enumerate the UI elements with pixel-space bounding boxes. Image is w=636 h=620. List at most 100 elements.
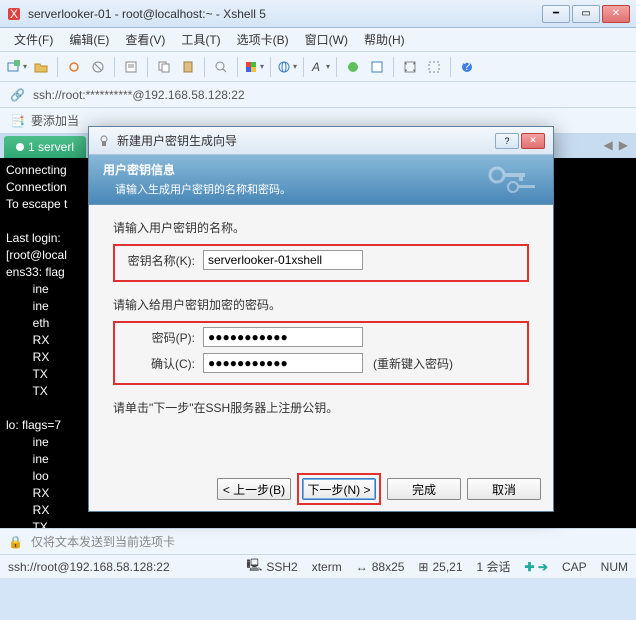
lock-icon: 🔒	[8, 535, 23, 549]
separator	[237, 57, 238, 77]
properties-icon[interactable]	[120, 56, 142, 78]
encoding-icon[interactable]	[276, 56, 298, 78]
dialog-controls: ? ✕	[495, 133, 545, 149]
next-highlight-box: 下一步(N) >	[297, 473, 381, 505]
script-icon[interactable]	[366, 56, 388, 78]
dialog-footer: < 上一步(B) 下一步(N) > 完成 取消	[89, 467, 553, 511]
dialog-header-title: 用户密钥信息	[103, 161, 539, 178]
paste-icon[interactable]	[177, 56, 199, 78]
confirm-label: 确认(C):	[119, 355, 195, 372]
font-icon[interactable]: A	[309, 56, 331, 78]
menu-tabs[interactable]: 选项卡(B)	[231, 29, 295, 50]
transparent-icon[interactable]	[423, 56, 445, 78]
dialog-header-sub: 请输入生成用户密钥的名称和密码。	[103, 181, 539, 197]
address-text[interactable]: ssh://root:**********@192.168.58.128:22	[33, 88, 245, 102]
next-button[interactable]: 下一步(N) >	[302, 478, 376, 500]
tab-prev-icon[interactable]: ◀	[604, 138, 613, 152]
status-cap: CAP	[562, 560, 587, 574]
separator	[303, 57, 304, 77]
dialog-body: 请输入用户密钥的名称。 密钥名称(K): 请输入给用户密钥加密的密码。 密码(P…	[89, 205, 553, 467]
separator	[270, 57, 271, 77]
xftp-icon[interactable]	[342, 56, 364, 78]
password-highlight-box: 密码(P): 确认(C): (重新键入密码)	[113, 321, 529, 385]
dialog-titlebar: 新建用户密钥生成向导 ? ✕	[89, 127, 553, 155]
menu-window[interactable]: 窗口(W)	[299, 29, 354, 50]
menu-view[interactable]: 查看(V)	[119, 29, 171, 50]
menu-file[interactable]: 文件(F)	[8, 29, 59, 50]
status-num: NUM	[601, 560, 628, 574]
tab-nav: ◀ ▶	[604, 138, 628, 152]
status-pos: 25,21	[432, 560, 462, 574]
status-session: 1 会话	[477, 558, 511, 575]
cancel-button[interactable]: 取消	[467, 478, 541, 500]
dialog-close-button[interactable]: ✕	[521, 133, 545, 149]
send-bar: 🔒 仅将文本发送到当前选项卡	[0, 528, 636, 554]
tab-label: 1 serverl	[28, 140, 74, 154]
separator	[147, 57, 148, 77]
tab-next-icon[interactable]: ▶	[619, 138, 628, 152]
name-highlight-box: 密钥名称(K):	[113, 244, 529, 282]
bookmark-icon[interactable]: 📑	[10, 114, 25, 128]
dialog-icon	[97, 134, 111, 148]
separator	[204, 57, 205, 77]
dialog-note: 请单击"下一步"在SSH服务器上注册公钥。	[113, 399, 529, 416]
dialog-help-button[interactable]: ?	[495, 133, 519, 149]
retype-hint: (重新键入密码)	[373, 355, 453, 372]
help-icon[interactable]: ?	[456, 56, 478, 78]
close-button[interactable]: ✕	[602, 5, 630, 23]
svg-text:?: ?	[464, 60, 471, 73]
separator	[336, 57, 337, 77]
ssh-icon: 🖳	[246, 556, 262, 577]
quick-label: 要添加当	[31, 112, 79, 129]
main-titlebar: X serverlooker-01 - root@localhost:~ - X…	[0, 0, 636, 28]
menubar: 文件(F) 编辑(E) 查看(V) 工具(T) 选项卡(B) 窗口(W) 帮助(…	[0, 28, 636, 52]
back-button[interactable]: < 上一步(B)	[217, 478, 291, 500]
disconnect-icon[interactable]	[87, 56, 109, 78]
send-text[interactable]: 仅将文本发送到当前选项卡	[31, 533, 175, 550]
keys-icon	[483, 161, 543, 197]
fullscreen-icon[interactable]	[399, 56, 421, 78]
menu-help[interactable]: 帮助(H)	[358, 29, 411, 50]
session-tab[interactable]: 1 serverl	[4, 136, 86, 158]
separator	[393, 57, 394, 77]
reconnect-icon[interactable]	[63, 56, 85, 78]
tab-status-icon	[16, 143, 24, 151]
minimize-button[interactable]: ━	[542, 5, 570, 23]
app-icon: X	[6, 6, 22, 22]
svg-text:X: X	[10, 7, 18, 21]
menu-edit[interactable]: 编辑(E)	[63, 29, 115, 50]
dialog-header: 用户密钥信息 请输入生成用户密钥的名称和密码。	[89, 155, 553, 205]
menu-tools[interactable]: 工具(T)	[175, 29, 226, 50]
key-wizard-dialog: 新建用户密钥生成向导 ? ✕ 用户密钥信息 请输入生成用户密钥的名称和密码。 请…	[88, 126, 554, 512]
confirm-input[interactable]	[203, 353, 363, 373]
key-name-input[interactable]	[203, 250, 363, 270]
svg-text:A: A	[311, 60, 320, 74]
size-icon: ↔	[356, 560, 368, 574]
status-connection: ssh://root@192.168.58.128:22	[8, 560, 170, 574]
find-icon[interactable]	[210, 56, 232, 78]
addressbar: 🔗 ssh://root:**********@192.168.58.128:2…	[0, 82, 636, 108]
key-name-label: 密钥名称(K):	[119, 252, 195, 269]
pos-icon: ⊞	[418, 560, 428, 574]
separator	[450, 57, 451, 77]
name-section-label: 请输入用户密钥的名称。	[113, 219, 529, 236]
maximize-button[interactable]: ▭	[572, 5, 600, 23]
window-controls: ━ ▭ ✕	[542, 5, 630, 23]
status-size: 88x25	[372, 560, 405, 574]
open-session-icon[interactable]	[30, 56, 52, 78]
window-title: serverlooker-01 - root@localhost:~ - Xsh…	[28, 7, 542, 21]
separator	[57, 57, 58, 77]
password-label: 密码(P):	[119, 329, 195, 346]
finish-button[interactable]: 完成	[387, 478, 461, 500]
statusbar: ssh://root@192.168.58.128:22 🖳 SSH2 xterm…	[0, 554, 636, 578]
pass-section-label: 请输入给用户密钥加密的密码。	[113, 296, 529, 313]
color-scheme-icon[interactable]	[243, 56, 265, 78]
status-term: xterm	[312, 560, 342, 574]
status-proto: SSH2	[266, 560, 297, 574]
toolbar: A ?	[0, 52, 636, 82]
password-input[interactable]	[203, 327, 363, 347]
copy-icon[interactable]	[153, 56, 175, 78]
link-icon: 🔗	[10, 88, 25, 102]
dialog-title: 新建用户密钥生成向导	[117, 132, 495, 149]
new-session-icon[interactable]	[6, 56, 28, 78]
